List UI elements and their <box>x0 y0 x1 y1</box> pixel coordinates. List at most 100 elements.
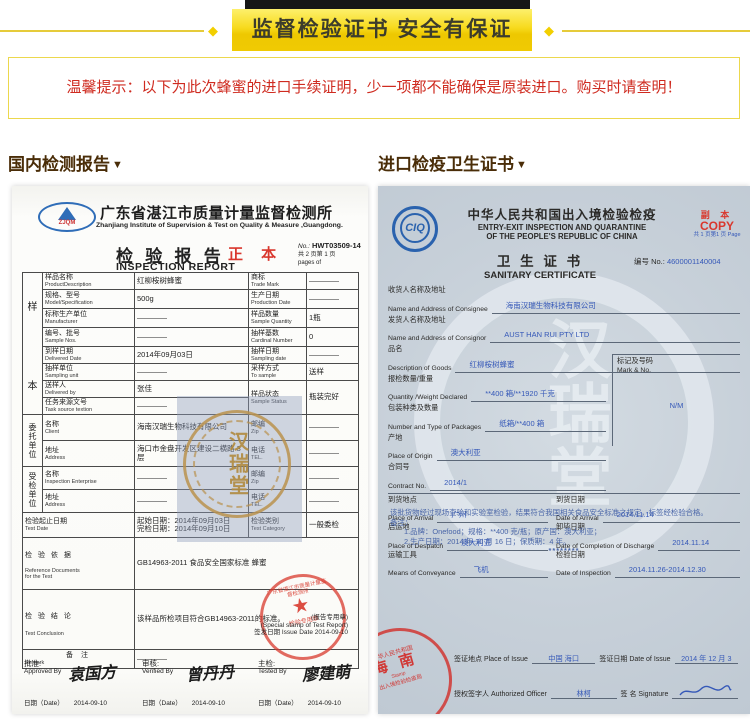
issue-date-label: 签证日期 Date of Issue <box>599 655 670 664</box>
field-value: 2014/1 <box>430 478 467 487</box>
value-cell: 0 <box>307 328 359 347</box>
value-cell: 瓶装完好 <box>307 381 359 415</box>
statement-item2: 2.生产日期：2014 年 10 月 16 日；保质期：4 年。 <box>390 537 738 547</box>
signer-signature: 曾丹丹 <box>185 658 235 685</box>
label-en: Trade Mark <box>251 282 304 288</box>
band-char-top: 样 <box>25 298 40 313</box>
label-cell: 采样方式To sample <box>249 364 307 381</box>
field-label-cn: 标记及号码 <box>617 357 736 366</box>
field-label-en: Contract No. <box>388 482 426 491</box>
notice-box: 温馨提示：以下为此次蜂蜜的进口手续证明，少一项都不能确保是原装进口。购买时请查明… <box>8 57 740 119</box>
stamp-note-en: (Special stamp of Test Report) <box>162 622 348 630</box>
label-cn: 地址 <box>45 447 132 455</box>
label-cn: 送样人 <box>45 382 132 390</box>
label-cn: 名称 <box>45 471 132 479</box>
label-en: Address <box>45 455 132 461</box>
band-char-bottom: 本 <box>25 377 40 392</box>
date-value: 2014-09-10 <box>192 700 225 707</box>
mark-value: N/M <box>617 401 736 410</box>
label-cn: 编号、批号 <box>45 330 132 338</box>
signer-date-line: 日期（Date）2014-09-10 <box>258 697 368 707</box>
field-label-cn: 产地 <box>388 434 606 443</box>
ciq-logo-icon: CIQ <box>392 206 438 252</box>
label-cn: 任务来源文号 <box>45 399 132 407</box>
label-cell: 生产日期Production Date <box>249 290 307 309</box>
label-en: Signature <box>638 691 668 698</box>
officer-name: 林柯 <box>576 689 590 698</box>
label-cell: 检验起止日期Test Date <box>23 513 135 538</box>
label-cn: 检 验 结 论 <box>25 613 132 621</box>
stamp-notes: (报告专用章) (Special stamp of Test Report) 签… <box>162 614 348 637</box>
value-cell: ———— <box>307 467 359 490</box>
field-label-en: Description of Goods <box>388 364 451 373</box>
label-cn: 名称 <box>45 421 132 429</box>
cert-head-en1: ENTRY-EXIT INSPECTION AND QUARANTINE <box>444 223 680 232</box>
label-en: ProductDescription <box>45 282 132 288</box>
cert-title-en: SANITARY CERTIFICATE <box>484 270 596 281</box>
original-mark: 正 本 <box>228 243 283 264</box>
field-label-en: Name and Address of Consignor <box>388 334 486 343</box>
field-label-cn: 品名 <box>388 345 740 354</box>
field-value: 红柳桉树蜂蜜 <box>455 360 514 369</box>
gold-seal-inner-ring: 汉瑞堂 <box>193 420 281 508</box>
zjqm-logo-text: ZJQM <box>40 220 94 226</box>
label-en: Sample Nos. <box>45 338 132 344</box>
value-cell: ———— <box>307 273 359 290</box>
section-title-domestic-report[interactable]: 国内检测报告▼ <box>8 150 123 175</box>
issue-row-place-date: 签证地点 Place of Issue 中国 海口 签证日期 Date of I… <box>454 654 742 664</box>
label-en: Sampling date <box>251 356 304 362</box>
stamp-note-cn: (报告专用章) <box>162 614 348 622</box>
label-cell: 样品数量Sample Quantity <box>249 309 307 328</box>
triangle-down-icon: ▼ <box>516 159 527 171</box>
value-cell: ———— <box>307 415 359 441</box>
field-label-cn: 报检数量/重量 <box>388 375 606 384</box>
value-cell: 送样 <box>307 364 359 381</box>
triangle-down-icon: ▼ <box>112 159 123 171</box>
left-rule <box>0 30 204 32</box>
signer-approved: 批准: Approved By 袁国方 日期（Date）2014-09-10 <box>24 660 136 707</box>
field-value: 2014.11.26-2014.12.30 <box>615 565 706 574</box>
value-cell: ———— <box>307 290 359 309</box>
officer-signature <box>672 684 738 699</box>
field-consignor: 发货人名称及地址 Name and Address of ConsignorAU… <box>388 316 740 344</box>
field-label-cn: 包装种类及数量 <box>388 404 606 413</box>
label-cn: 检验起止日期 <box>25 518 132 526</box>
label-cell: 抽样单位Sampling unit <box>43 364 135 381</box>
report-no-label: No.: <box>298 243 310 250</box>
label-cn: 抽样单位 <box>45 365 132 373</box>
certificate-statement: 该批货物经过现场查验和实验室检验，结果符合我国相关食品安全标准之规定，标签经检验… <box>390 508 738 556</box>
field-origin: 产地 Place of Origin澳大利亚 <box>388 434 606 462</box>
label-cn: 规格、型号 <box>45 292 132 300</box>
section-title-import-certificate[interactable]: 进口检疫卫生证书▼ <box>378 150 527 175</box>
officer-label: 授权签字人 Authorized Officer <box>454 690 547 699</box>
signer-signature: 廖建萌 <box>301 658 351 685</box>
label-en: Delivered by <box>45 390 132 396</box>
field-label-cn: 到货日期 <box>556 496 740 505</box>
label-cell: 名称Inspection Enterprise <box>43 467 135 490</box>
field-consignee: 收货人名称及地址 Name and Address of Consignee海南… <box>388 286 740 314</box>
diamond-ornament-right: ◆ <box>544 23 554 39</box>
label-cn: 标称生产单位 <box>45 311 132 319</box>
label-cell: 名称Client <box>43 415 135 441</box>
section-title-right-label: 进口检疫卫生证书 <box>378 155 514 174</box>
cert-no-label: 编号 No.: <box>634 257 665 266</box>
label-en: Authorized Officer <box>491 691 547 698</box>
label-cn: 签 名 <box>621 691 637 698</box>
label-en: Model/Specification <box>45 300 132 306</box>
date-label: 日期（Date） <box>258 700 298 707</box>
report-org-name-cn: 广东省湛江市质量计量监督检测所 <box>100 202 362 223</box>
certificate-header: 中华人民共和国出入境检验检疫 ENTRY-EXIT INSPECTION AND… <box>444 204 680 241</box>
field-value: 飞机 <box>460 565 489 574</box>
label-cn: 商标 <box>251 274 304 282</box>
value-cell: ———— <box>135 309 249 328</box>
gold-seal-watermark: 汉瑞堂 <box>177 396 302 542</box>
field-quantity: 报检数量/重量 Quantity /Weight Declared**400 箱… <box>388 375 606 403</box>
certificate-title: 卫 生 证 书 SANITARY CERTIFICATE <box>484 250 596 281</box>
value-cell: 张佳 <box>135 381 249 398</box>
value-cell: 一般委检 <box>307 513 359 538</box>
label-cell: 送样人Delivered by <box>43 381 135 398</box>
label-en: Sampling unit <box>45 373 132 379</box>
field-value: 纸箱/**400 箱 <box>485 419 544 428</box>
label-cn: 备 注 <box>25 652 132 660</box>
copy-mark-en: COPY <box>688 221 746 232</box>
